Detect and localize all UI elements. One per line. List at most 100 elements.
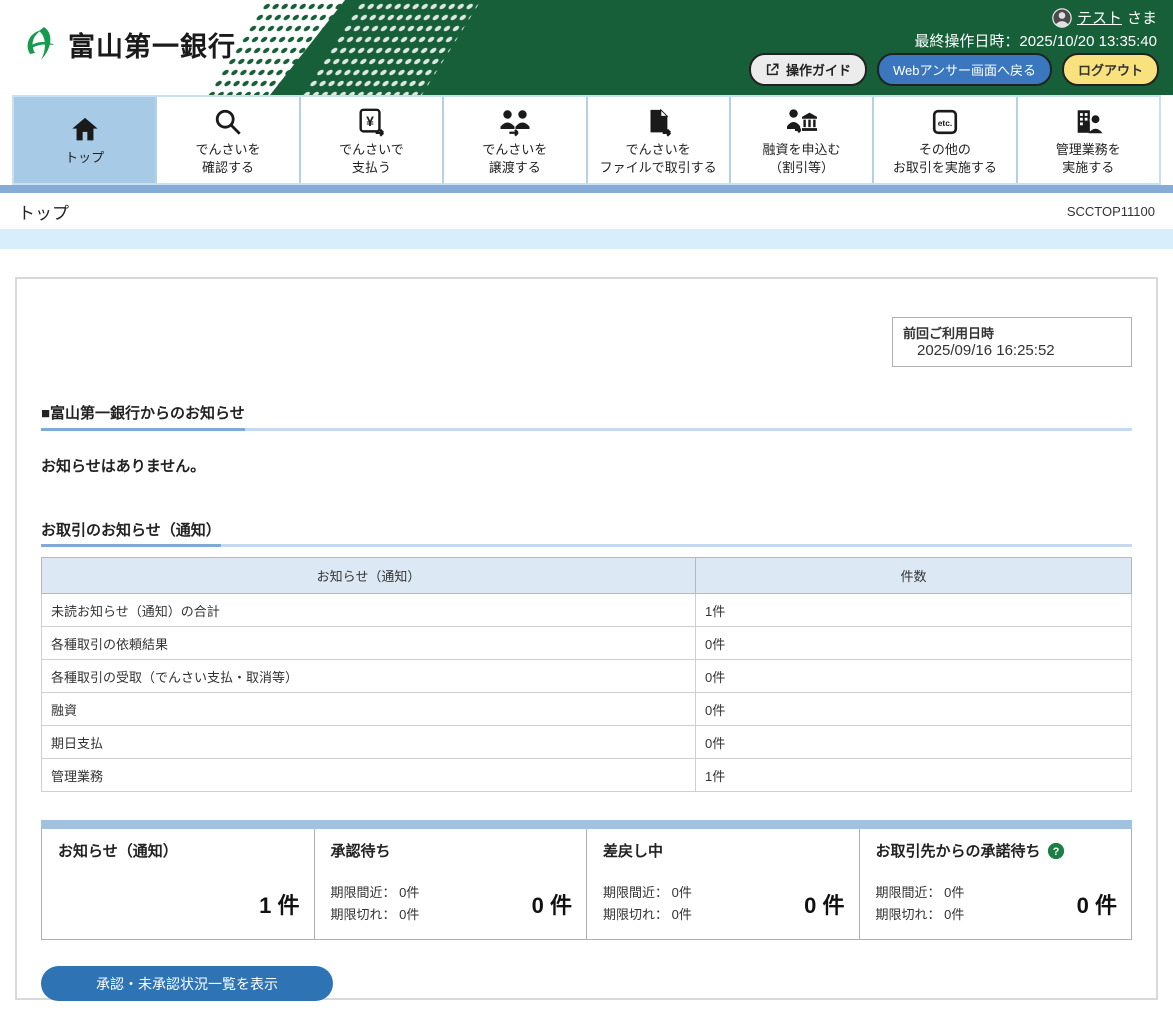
nav-label: 管理業務を — [1056, 142, 1121, 158]
subheader-strip — [0, 229, 1173, 249]
nav-label: 支払う — [352, 160, 391, 176]
nav-label: その他の — [919, 142, 971, 158]
card-title: お取引先からの承諾待ち — [876, 840, 1041, 861]
nav-label: でんさいを — [626, 142, 691, 158]
file-transfer-icon — [643, 104, 673, 140]
guide-button-label: 操作ガイド — [786, 60, 851, 79]
user-avatar-icon — [1052, 8, 1072, 28]
notice-count-card: お知らせ（通知） 1 件 — [42, 829, 314, 939]
table-row: 融資 0件 — [42, 693, 1132, 726]
notice-table-header-row: お知らせ（通知） 件数 — [42, 558, 1132, 594]
nav-item-confirm-densai[interactable]: でんさいを 確認する — [155, 97, 298, 183]
summary-panel: お知らせ（通知） 1 件 承認待ち 期限間近： 0件 期限切れ： 0件 0 件 … — [41, 820, 1132, 940]
nav-item-pay-densai[interactable]: ¥ でんさいで 支払う — [299, 97, 442, 183]
nav-label: 譲渡する — [489, 160, 541, 176]
table-row: 各種取引の受取（でんさい支払・取消等） 0件 — [42, 660, 1132, 693]
search-icon — [213, 104, 243, 140]
guide-button[interactable]: 操作ガイド — [749, 53, 867, 86]
nav-label: ファイルで取引する — [600, 160, 717, 176]
card-count: 0 件 — [804, 888, 844, 920]
last-login-box: 前回ご利用日時 2025/09/16 16:25:52 — [892, 317, 1132, 367]
deadline-near: 期限間近： 0件 — [876, 882, 965, 904]
nav-label: 融資を申込む — [763, 142, 841, 158]
deadline-near: 期限間近： 0件 — [331, 882, 420, 904]
row-count: 1件 — [696, 759, 1132, 792]
user-row: テスト さま — [1052, 7, 1157, 28]
people-transfer-icon — [499, 104, 531, 140]
svg-text:?: ? — [1052, 846, 1059, 858]
svg-text:¥: ¥ — [367, 113, 375, 129]
row-count: 0件 — [696, 627, 1132, 660]
bank-notice-heading: ■富山第一銀行からのお知らせ — [41, 403, 1132, 431]
svg-text:etc.: etc. — [938, 118, 953, 128]
screen-code: SCCTOP11100 — [1067, 204, 1155, 219]
logout-button[interactable]: ログアウト — [1062, 53, 1159, 86]
row-label: 管理業務 — [42, 759, 696, 792]
card-count: 1 件 — [259, 888, 299, 920]
nav-label: 確認する — [202, 160, 254, 176]
row-count: 0件 — [696, 726, 1132, 759]
header: 富山第一銀行 テスト さま 最終操作日時：2025/10/20 13:35:40… — [0, 0, 1173, 95]
main-nav: トップ でんさいを 確認する ¥ でんさいで 支払う — [12, 95, 1161, 185]
help-icon[interactable]: ? — [1047, 842, 1065, 860]
card-title: 差戻し中 — [603, 840, 845, 861]
nav-label: お取引を実施する — [893, 160, 997, 176]
header-buttons: 操作ガイド Webアンサー画面へ戻る ログアウト — [749, 53, 1159, 86]
user-suffix: さま — [1127, 7, 1157, 28]
bank-name: 富山第一銀行 — [68, 25, 236, 64]
user-name-link[interactable]: テスト — [1077, 7, 1122, 28]
table-row: 各種取引の依頼結果 0件 — [42, 627, 1132, 660]
card-title: お知らせ（通知） — [58, 840, 300, 861]
row-count: 0件 — [696, 693, 1132, 726]
returned-card: 差戻し中 期限間近： 0件 期限切れ： 0件 0 件 — [586, 829, 859, 939]
summary-top-bar — [41, 820, 1132, 829]
bank-notice-empty-message: お知らせはありません。 — [41, 455, 1132, 476]
nav-item-loan[interactable]: 融資を申込む （割引等） — [729, 97, 872, 183]
nav-label: 実施する — [1062, 160, 1114, 176]
row-label: 融資 — [42, 693, 696, 726]
row-count: 1件 — [696, 594, 1132, 627]
deadline-near: 期限間近： 0件 — [603, 882, 692, 904]
row-label: 各種取引の受取（でんさい支払・取消等） — [42, 660, 696, 693]
nav-item-other-transactions[interactable]: etc. その他の お取引を実施する — [872, 97, 1015, 183]
table-row: 未読お知らせ（通知）の合計 1件 — [42, 594, 1132, 627]
title-row: トップ SCCTOP11100 — [0, 193, 1173, 229]
notice-table: お知らせ（通知） 件数 未読お知らせ（通知）の合計 1件 各種取引の依頼結果 0… — [41, 557, 1132, 792]
home-icon — [70, 112, 100, 148]
external-link-icon — [765, 62, 780, 77]
table-row: 期日支払 0件 — [42, 726, 1132, 759]
nav-item-transfer-densai[interactable]: でんさいを 譲渡する — [442, 97, 585, 183]
nav-label: でんさいで — [339, 142, 404, 158]
page-title: トップ — [18, 199, 69, 224]
nav-label: でんさいを — [196, 142, 261, 158]
approval-status-list-button[interactable]: 承認・未承認状況一覧を表示 — [41, 966, 333, 1001]
bank-logo-icon — [22, 24, 62, 64]
row-label: 未読お知らせ（通知）の合計 — [42, 594, 696, 627]
nav-divider-bar — [0, 185, 1173, 193]
nav-item-admin[interactable]: 管理業務を 実施する — [1016, 97, 1159, 183]
transaction-notice-heading: お取引のお知らせ（通知） — [41, 520, 1132, 548]
etc-icon: etc. — [930, 104, 960, 140]
nav-item-file-transaction[interactable]: でんさいを ファイルで取引する — [586, 97, 729, 183]
count-column-header: 件数 — [696, 558, 1132, 594]
nav-item-top[interactable]: トップ — [14, 97, 155, 183]
last-login-value: 2025/09/16 16:25:52 — [903, 342, 1121, 359]
card-title: 承認待ち — [331, 840, 573, 861]
deadline-expired: 期限切れ： 0件 — [876, 904, 965, 926]
web-answer-button[interactable]: Webアンサー画面へ戻る — [877, 53, 1052, 86]
deadline-expired: 期限切れ： 0件 — [603, 904, 692, 926]
row-label: 期日支払 — [42, 726, 696, 759]
loan-bank-icon — [786, 104, 818, 140]
nav-label: トップ — [65, 150, 104, 166]
notice-column-header: お知らせ（通知） — [42, 558, 696, 594]
row-count: 0件 — [696, 660, 1132, 693]
last-login-label: 前回ご利用日時 — [903, 323, 1121, 342]
main-panel: 前回ご利用日時 2025/09/16 16:25:52 ■富山第一銀行からのお知… — [15, 277, 1158, 1000]
approval-waiting-card: 承認待ち 期限間近： 0件 期限切れ： 0件 0 件 — [314, 829, 587, 939]
admin-building-icon — [1073, 104, 1103, 140]
last-operation-time: 最終操作日時：2025/10/20 13:35:40 — [914, 30, 1157, 51]
nav-label: （割引等） — [769, 160, 834, 176]
partner-consent-waiting-card: お取引先からの承諾待ち ? 期限間近： 0件 期限切れ： 0件 0 件 — [859, 829, 1132, 939]
yen-document-icon: ¥ — [356, 104, 386, 140]
nav-label: でんさいを — [482, 142, 547, 158]
